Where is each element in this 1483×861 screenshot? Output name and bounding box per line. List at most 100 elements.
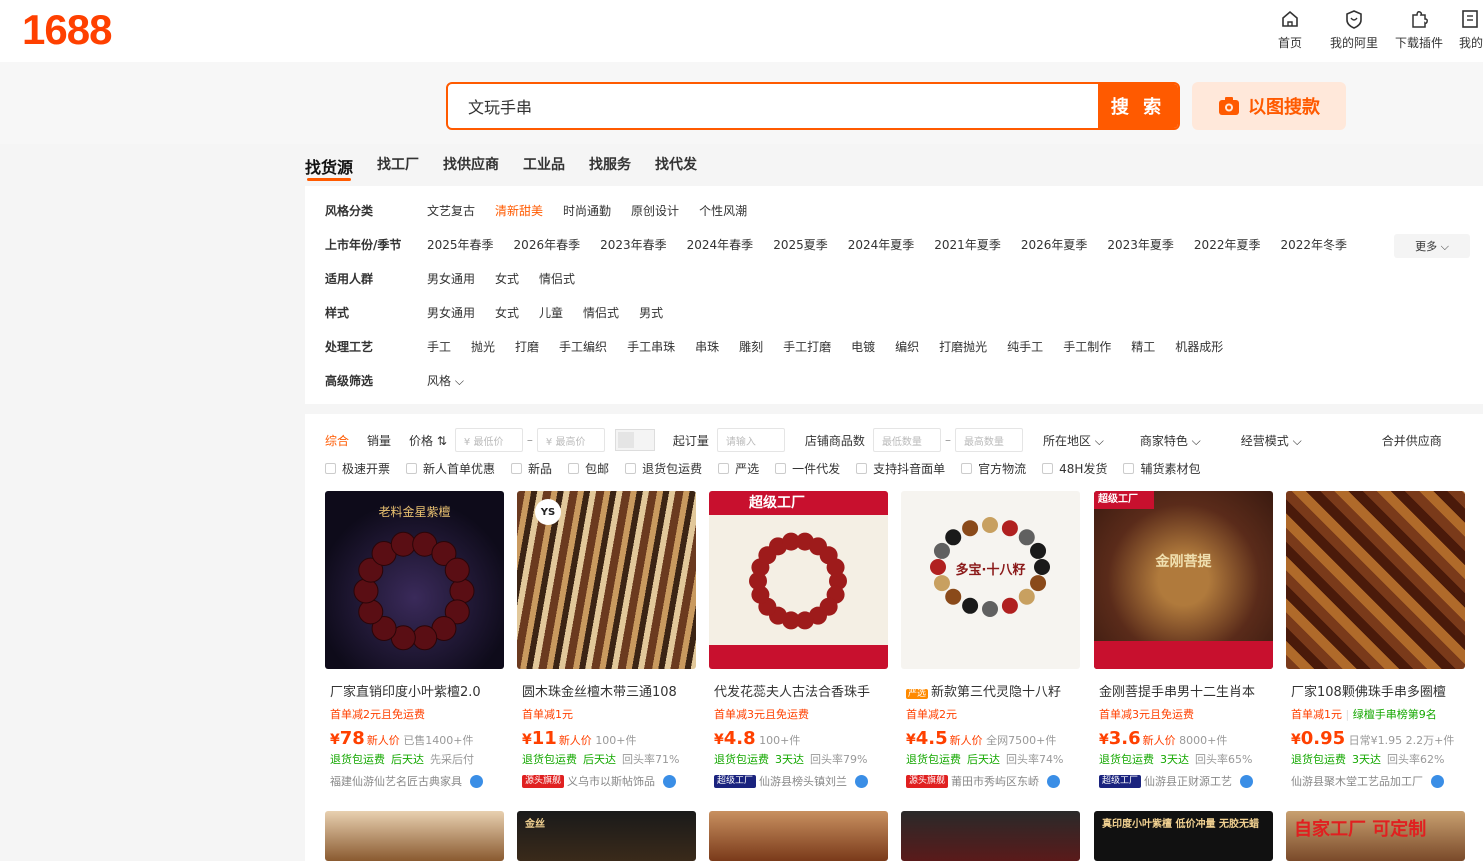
tab-industrial[interactable]: 工业品 — [523, 144, 565, 182]
nav-home[interactable]: 首页 — [1278, 8, 1302, 51]
checkbox-box[interactable] — [625, 462, 637, 474]
filter-option[interactable]: 女式 — [495, 304, 519, 321]
filter-option[interactable]: 电镀 — [851, 338, 875, 355]
shop-info[interactable]: 仙游县聚木堂工艺品加工厂 — [1286, 773, 1465, 789]
max-price-input[interactable]: ¥ 最高价 — [536, 428, 605, 452]
checkbox-box[interactable] — [1123, 462, 1135, 474]
nav-mine[interactable]: 我的 — [1459, 8, 1483, 51]
filter-option[interactable]: 2024年春季 — [687, 236, 754, 253]
filter-option[interactable]: 2022年夏季 — [1194, 236, 1261, 253]
checkbox-box[interactable] — [406, 462, 418, 474]
quick-filter-checkbox[interactable]: 新品 — [511, 460, 552, 477]
filter-option[interactable]: 时尚通勤 — [563, 202, 611, 219]
product-image[interactable]: 超级工厂 — [709, 491, 888, 669]
product-card-image[interactable]: 真印度小叶紫檀 低价冲量 无胶无蜡 — [1094, 811, 1273, 861]
product-image[interactable]: YS — [517, 491, 696, 669]
quick-filter-checkbox[interactable]: 支持抖音面单 — [856, 460, 945, 477]
filter-option[interactable]: 雕刻 — [739, 338, 763, 355]
checkbox-box[interactable] — [718, 462, 730, 474]
sort-composite[interactable]: 综合 — [325, 432, 349, 449]
quick-filter-checkbox[interactable]: 极速开票 — [325, 460, 390, 477]
checkbox-box[interactable] — [511, 462, 523, 474]
filter-option[interactable]: 手工 — [427, 338, 451, 355]
nav-my-ali[interactable]: 我的阿里 — [1330, 8, 1378, 51]
filter-option[interactable]: 儿童 — [539, 304, 563, 321]
filter-option[interactable]: 男女通用 — [427, 304, 475, 321]
nav-plugin[interactable]: 下载插件 — [1395, 8, 1443, 51]
product-card-image[interactable] — [325, 811, 504, 861]
filter-option[interactable]: 2024年夏季 — [848, 236, 915, 253]
product-card-image[interactable] — [901, 811, 1080, 861]
merchant-dropdown[interactable]: 商家特色 ⌵ — [1140, 432, 1201, 449]
search-input[interactable] — [448, 84, 1098, 128]
min-count-input[interactable]: 最低数量 — [872, 428, 941, 452]
tab-find-service[interactable]: 找服务 — [589, 144, 631, 182]
product-title[interactable]: 代发花蕊夫人古法合香珠手 — [709, 681, 888, 700]
quick-filter-checkbox[interactable]: 48H发货 — [1042, 460, 1107, 477]
tab-find-supplier[interactable]: 找供应商 — [443, 144, 499, 182]
quick-filter-checkbox[interactable]: 官方物流 — [961, 460, 1026, 477]
shop-info[interactable]: 福建仙游仙艺名匠古典家具 — [325, 773, 504, 789]
product-card-image[interactable] — [709, 811, 888, 861]
search-button[interactable]: 搜 索 — [1098, 84, 1178, 128]
quick-filter-checkbox[interactable]: 严选 — [718, 460, 759, 477]
quick-filter-checkbox[interactable]: 一件代发 — [775, 460, 840, 477]
product-card[interactable]: 超级工厂 金刚菩提 金刚菩提手串男十二生肖本 首单减3元且免运费 ¥3.6 新人价… — [1094, 491, 1273, 801]
filter-option[interactable]: 2026年夏季 — [1021, 236, 1088, 253]
product-title[interactable]: 圆木珠金丝檀木带三通108 — [517, 681, 696, 700]
checkbox-box[interactable] — [568, 462, 580, 474]
sort-sales[interactable]: 销量 — [367, 432, 391, 449]
price-range-toggle[interactable] — [614, 429, 655, 451]
shop-info[interactable]: 源头旗舰 义乌市以斯帖饰品 — [517, 773, 696, 789]
site-logo[interactable]: 1688 — [22, 6, 112, 54]
filter-option[interactable]: 手工打磨 — [783, 338, 831, 355]
filter-option[interactable]: 情侣式 — [583, 304, 619, 321]
image-search-button[interactable]: 以图搜款 — [1192, 82, 1346, 130]
shop-info[interactable]: 超级工厂 仙游县榜头镇刘兰 — [709, 773, 888, 789]
product-card[interactable]: YS 圆木珠金丝檀木带三通108 首单减1元 ¥11 新人价 100+件 退货包运… — [517, 491, 696, 801]
moq-input[interactable]: 请输入 — [716, 428, 785, 452]
filter-option[interactable]: 打磨 — [515, 338, 539, 355]
checkbox-box[interactable] — [325, 462, 336, 474]
filter-option[interactable]: 手工串珠 — [627, 338, 675, 355]
tab-find-factory[interactable]: 找工厂 — [377, 144, 419, 182]
product-title[interactable]: 厂家108颗佛珠手串多圈檀 — [1286, 681, 1465, 700]
shop-info[interactable]: 超级工厂 仙游县正财源工艺 — [1094, 773, 1273, 789]
filter-option[interactable]: 2021年夏季 — [934, 236, 1001, 253]
filter-option[interactable]: 男女通用 — [427, 270, 475, 287]
filter-option[interactable]: 抛光 — [471, 338, 495, 355]
filter-option[interactable]: 男式 — [639, 304, 663, 321]
filter-option[interactable]: 原创设计 — [631, 202, 679, 219]
filter-option[interactable]: 打磨抛光 — [939, 338, 987, 355]
quick-filter-checkbox[interactable]: 退货包运费 — [625, 460, 702, 477]
filter-option[interactable]: 清新甜美 — [495, 202, 543, 219]
filter-option[interactable]: 文艺复古 — [427, 202, 475, 219]
product-title[interactable]: 金刚菩提手串男十二生肖本 — [1094, 681, 1273, 700]
filter-option[interactable]: 女式 — [495, 270, 519, 287]
product-card-image[interactable]: 自家工厂 可定制 — [1286, 811, 1465, 861]
tab-dropship[interactable]: 找代发 — [655, 144, 697, 182]
product-card[interactable]: 多宝·十八籽 严选 新款第三代灵隐十八籽 首单减2元 ¥4.5 新人价 全网7500… — [901, 491, 1080, 801]
checkbox-box[interactable] — [775, 462, 787, 474]
product-card[interactable]: 超级工厂 代发花蕊夫人古法合香珠手 首单减3元且免运费 ¥4.8 100+件 退… — [709, 491, 888, 801]
filter-option[interactable]: 情侣式 — [539, 270, 575, 287]
quick-filter-checkbox[interactable]: 新人首单优惠 — [406, 460, 495, 477]
more-filters-button[interactable]: 更多 ⌵ — [1394, 234, 1470, 258]
filter-option[interactable]: 编织 — [895, 338, 919, 355]
filter-option[interactable]: 机器成形 — [1175, 338, 1223, 355]
filter-option[interactable]: 2025年春季 — [427, 236, 494, 253]
filter-option[interactable]: 纯手工 — [1007, 338, 1043, 355]
product-card[interactable]: 厂家108颗佛珠手串多圈檀 首单减1元 | 绿檀手串榜第9名 ¥0.95 日常¥… — [1286, 491, 1465, 801]
sort-price[interactable]: 价格 ⇅ — [409, 432, 447, 449]
max-count-input[interactable]: 最高数量 — [954, 428, 1023, 452]
product-image[interactable]: 多宝·十八籽 — [901, 491, 1080, 669]
filter-option[interactable]: 2023年夏季 — [1107, 236, 1174, 253]
shop-info[interactable]: 源头旗舰 莆田市秀屿区东峤 — [901, 773, 1080, 789]
filter-option[interactable]: 手工制作 — [1063, 338, 1111, 355]
checkbox-box[interactable] — [1042, 462, 1054, 474]
product-title[interactable]: 严选 新款第三代灵隐十八籽 — [901, 681, 1080, 700]
filter-option[interactable]: 2023年春季 — [600, 236, 667, 253]
filter-option[interactable]: 精工 — [1131, 338, 1155, 355]
filter-option[interactable]: 2025夏季 — [773, 236, 828, 253]
filter-option[interactable]: 串珠 — [695, 338, 719, 355]
